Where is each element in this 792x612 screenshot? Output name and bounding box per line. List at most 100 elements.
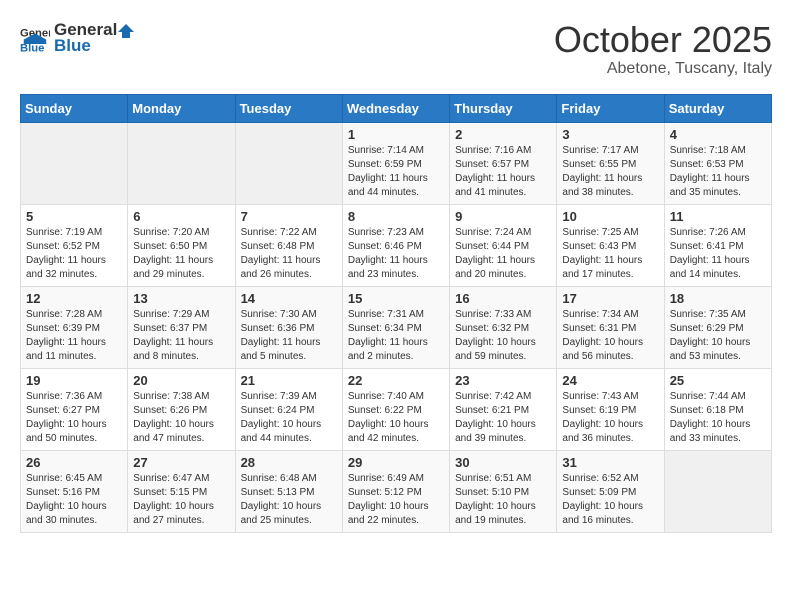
weekday-header-saturday: Saturday: [664, 94, 771, 122]
calendar-header-row: SundayMondayTuesdayWednesdayThursdayFrid…: [21, 94, 772, 122]
day-info: Sunrise: 7:33 AMSunset: 6:32 PMDaylight:…: [455, 308, 551, 364]
day-number: 19: [26, 373, 122, 388]
weekday-header-wednesday: Wednesday: [342, 94, 449, 122]
calendar-cell: [21, 122, 128, 204]
day-info: Sunrise: 6:45 AMSunset: 5:16 PMDaylight:…: [26, 472, 122, 528]
calendar-cell: 28Sunrise: 6:48 AMSunset: 5:13 PMDayligh…: [235, 450, 342, 532]
calendar-cell: 18Sunrise: 7:35 AMSunset: 6:29 PMDayligh…: [664, 286, 771, 368]
day-info: Sunrise: 7:43 AMSunset: 6:19 PMDaylight:…: [562, 390, 658, 446]
day-number: 15: [348, 291, 444, 306]
calendar-cell: 30Sunrise: 6:51 AMSunset: 5:10 PMDayligh…: [450, 450, 557, 532]
calendar-cell: 1 Sunrise: 7:14 AMSunset: 6:59 PMDaylight…: [342, 122, 449, 204]
day-info: Sunrise: 7:14 AMSunset: 6:59 PMDaylight:…: [348, 144, 444, 200]
calendar-cell: 8Sunrise: 7:23 AMSunset: 6:46 PMDaylight…: [342, 204, 449, 286]
calendar-cell: 4 Sunrise: 7:18 AMSunset: 6:53 PMDaylight…: [664, 122, 771, 204]
day-number: 2: [455, 127, 551, 142]
day-info: Sunrise: 7:23 AMSunset: 6:46 PMDaylight:…: [348, 226, 444, 282]
calendar-cell: 19 Sunrise: 7:36 AMSunset: 6:27 PMDayligh…: [21, 368, 128, 450]
day-info: Sunrise: 7:17 AMSunset: 6:55 PMDaylight:…: [562, 144, 658, 200]
calendar-cell: 22Sunrise: 7:40 AMSunset: 6:22 PMDayligh…: [342, 368, 449, 450]
day-number: 23: [455, 373, 551, 388]
day-number: 7: [241, 209, 337, 224]
logo: General Blue General Blue: [20, 20, 135, 56]
weekday-header-sunday: Sunday: [21, 94, 128, 122]
day-number: 3: [562, 127, 658, 142]
weekday-header-tuesday: Tuesday: [235, 94, 342, 122]
day-number: 16: [455, 291, 551, 306]
day-info: Sunrise: 7:31 AMSunset: 6:34 PMDaylight:…: [348, 308, 444, 364]
day-number: 25: [670, 373, 766, 388]
calendar-cell: 24 Sunrise: 7:43 AMSunset: 6:19 PMDayligh…: [557, 368, 664, 450]
logo-bird-icon: [117, 22, 135, 40]
day-info: Sunrise: 7:18 AMSunset: 6:53 PMDaylight:…: [670, 144, 766, 200]
day-info: Sunrise: 7:40 AMSunset: 6:22 PMDaylight:…: [348, 390, 444, 446]
calendar-cell: 27 Sunrise: 6:47 AMSunset: 5:15 PMDayligh…: [128, 450, 235, 532]
calendar-cell: 15 Sunrise: 7:31 AMSunset: 6:34 PMDayligh…: [342, 286, 449, 368]
calendar-cell: [128, 122, 235, 204]
calendar-cell: 5 Sunrise: 7:19 AMSunset: 6:52 PMDaylight…: [21, 204, 128, 286]
day-info: Sunrise: 7:26 AMSunset: 6:41 PMDaylight:…: [670, 226, 766, 282]
day-number: 31: [562, 455, 658, 470]
day-number: 21: [241, 373, 337, 388]
day-info: Sunrise: 7:25 AMSunset: 6:43 PMDaylight:…: [562, 226, 658, 282]
calendar-cell: 21 Sunrise: 7:39 AMSunset: 6:24 PMDayligh…: [235, 368, 342, 450]
day-number: 27: [133, 455, 229, 470]
day-number: 4: [670, 127, 766, 142]
calendar-cell: 29Sunrise: 6:49 AMSunset: 5:12 PMDayligh…: [342, 450, 449, 532]
day-info: Sunrise: 7:34 AMSunset: 6:31 PMDaylight:…: [562, 308, 658, 364]
day-info: Sunrise: 6:47 AMSunset: 5:15 PMDaylight:…: [133, 472, 229, 528]
day-number: 12: [26, 291, 122, 306]
calendar-week-1: 1 Sunrise: 7:14 AMSunset: 6:59 PMDaylight…: [21, 122, 772, 204]
location: Abetone, Tuscany, Italy: [554, 60, 772, 78]
day-info: Sunrise: 6:48 AMSunset: 5:13 PMDaylight:…: [241, 472, 337, 528]
day-info: Sunrise: 7:20 AMSunset: 6:50 PMDaylight:…: [133, 226, 229, 282]
calendar-cell: 14Sunrise: 7:30 AMSunset: 6:36 PMDayligh…: [235, 286, 342, 368]
day-number: 1: [348, 127, 444, 142]
day-info: Sunrise: 7:42 AMSunset: 6:21 PMDaylight:…: [455, 390, 551, 446]
calendar-week-2: 5 Sunrise: 7:19 AMSunset: 6:52 PMDaylight…: [21, 204, 772, 286]
page-header: General Blue General Blue October 2025 A…: [20, 20, 772, 78]
day-number: 26: [26, 455, 122, 470]
calendar-week-3: 12 Sunrise: 7:28 AMSunset: 6:39 PMDayligh…: [21, 286, 772, 368]
calendar-cell: 26 Sunrise: 6:45 AMSunset: 5:16 PMDayligh…: [21, 450, 128, 532]
day-info: Sunrise: 7:28 AMSunset: 6:39 PMDaylight:…: [26, 308, 122, 364]
day-info: Sunrise: 7:19 AMSunset: 6:52 PMDaylight:…: [26, 226, 122, 282]
weekday-header-monday: Monday: [128, 94, 235, 122]
day-number: 5: [26, 209, 122, 224]
logo-icon: General Blue: [20, 23, 50, 53]
weekday-header-friday: Friday: [557, 94, 664, 122]
day-number: 14: [241, 291, 337, 306]
day-info: Sunrise: 7:16 AMSunset: 6:57 PMDaylight:…: [455, 144, 551, 200]
calendar-cell: 12 Sunrise: 7:28 AMSunset: 6:39 PMDayligh…: [21, 286, 128, 368]
calendar-cell: [664, 450, 771, 532]
day-number: 18: [670, 291, 766, 306]
calendar-cell: 7Sunrise: 7:22 AMSunset: 6:48 PMDaylight…: [235, 204, 342, 286]
day-number: 20: [133, 373, 229, 388]
calendar-cell: 9Sunrise: 7:24 AMSunset: 6:44 PMDaylight…: [450, 204, 557, 286]
day-info: Sunrise: 7:36 AMSunset: 6:27 PMDaylight:…: [26, 390, 122, 446]
day-info: Sunrise: 7:38 AMSunset: 6:26 PMDaylight:…: [133, 390, 229, 446]
day-info: Sunrise: 7:39 AMSunset: 6:24 PMDaylight:…: [241, 390, 337, 446]
weekday-header-thursday: Thursday: [450, 94, 557, 122]
calendar-week-5: 26 Sunrise: 6:45 AMSunset: 5:16 PMDayligh…: [21, 450, 772, 532]
day-number: 6: [133, 209, 229, 224]
calendar-cell: 11 Sunrise: 7:26 AMSunset: 6:41 PMDayligh…: [664, 204, 771, 286]
month-title: October 2025: [554, 20, 772, 60]
day-number: 10: [562, 209, 658, 224]
calendar-cell: 16 Sunrise: 7:33 AMSunset: 6:32 PMDayligh…: [450, 286, 557, 368]
calendar-table: SundayMondayTuesdayWednesdayThursdayFrid…: [20, 94, 772, 533]
day-number: 9: [455, 209, 551, 224]
day-info: Sunrise: 6:52 AMSunset: 5:09 PMDaylight:…: [562, 472, 658, 528]
day-info: Sunrise: 7:29 AMSunset: 6:37 PMDaylight:…: [133, 308, 229, 364]
title-block: October 2025 Abetone, Tuscany, Italy: [554, 20, 772, 78]
day-number: 24: [562, 373, 658, 388]
day-number: 11: [670, 209, 766, 224]
calendar-cell: 13Sunrise: 7:29 AMSunset: 6:37 PMDayligh…: [128, 286, 235, 368]
calendar-cell: 25Sunrise: 7:44 AMSunset: 6:18 PMDayligh…: [664, 368, 771, 450]
calendar-cell: 31 Sunrise: 6:52 AMSunset: 5:09 PMDayligh…: [557, 450, 664, 532]
calendar-cell: 2 Sunrise: 7:16 AMSunset: 6:57 PMDaylight…: [450, 122, 557, 204]
calendar-week-4: 19 Sunrise: 7:36 AMSunset: 6:27 PMDayligh…: [21, 368, 772, 450]
day-number: 29: [348, 455, 444, 470]
day-info: Sunrise: 6:51 AMSunset: 5:10 PMDaylight:…: [455, 472, 551, 528]
calendar-cell: 17Sunrise: 7:34 AMSunset: 6:31 PMDayligh…: [557, 286, 664, 368]
